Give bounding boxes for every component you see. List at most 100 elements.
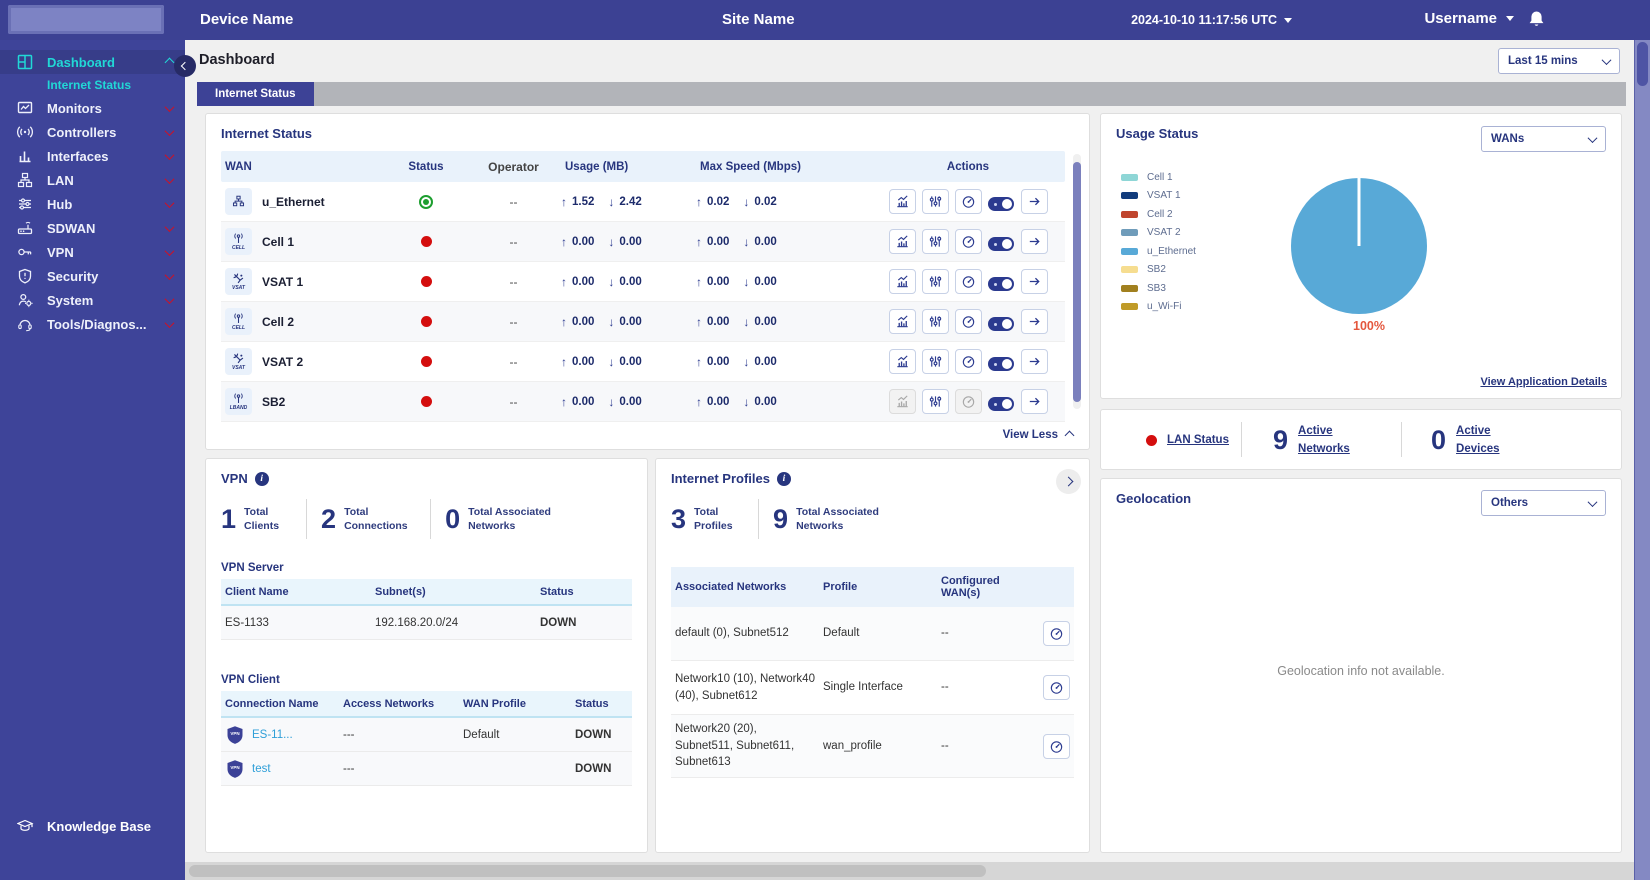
vpn-server-client-link[interactable]: ES-1133	[221, 617, 371, 629]
speed-cell: ↑ 0.00 ↓ 0.00	[696, 354, 777, 369]
wan-enable-toggle[interactable]	[988, 317, 1014, 331]
configure-button[interactable]	[921, 229, 949, 254]
active-devices-link[interactable]: Active Devices	[1456, 423, 1520, 458]
wan-enable-toggle[interactable]	[988, 197, 1014, 211]
interfaces-icon	[18, 150, 32, 162]
vertical-scrollbar-thumb[interactable]	[1637, 42, 1648, 86]
sidebar-item-vpn[interactable]: VPN	[0, 240, 185, 264]
expand-panel-button[interactable]	[1056, 469, 1081, 494]
chevron-down-icon	[164, 101, 175, 112]
speed-test-button[interactable]	[954, 189, 982, 214]
top-bar: Device Name Site Name 2024-10-10 11:17:5…	[0, 0, 1650, 40]
system-user-gear-icon	[18, 293, 34, 308]
time-range-select[interactable]: Last 15 mins	[1498, 48, 1620, 74]
tab-strip: Internet Status	[197, 82, 1626, 106]
table-row: CELL Cell 2 -- ↑ 0.00 ↓ 0.00 ↑ 0.00 ↓ 0.00	[221, 302, 1065, 342]
timestamp-dropdown[interactable]: 2024-10-10 11:17:56 UTC	[1131, 13, 1292, 27]
sidebar-item-sdwan[interactable]: SDWAN	[0, 216, 185, 240]
details-arrow-button[interactable]	[1020, 229, 1048, 254]
wan-enable-toggle[interactable]	[988, 397, 1014, 411]
speed-test-button[interactable]	[954, 269, 982, 294]
status-badge: DOWN	[575, 762, 612, 775]
usage-chart-button[interactable]	[888, 349, 916, 374]
chevron-left-icon	[180, 61, 190, 71]
usage-cell: ↑ 0.00 ↓ 0.00	[561, 354, 642, 369]
knowledge-base-link[interactable]: Knowledge Base	[17, 818, 151, 835]
vpn-shield-icon: VPN	[227, 725, 243, 744]
info-icon[interactable]: i	[776, 471, 791, 486]
profile-link[interactable]: Default	[819, 619, 937, 648]
details-arrow-button[interactable]	[1020, 309, 1048, 334]
speed-test-button-disabled	[954, 389, 982, 414]
speed-test-button[interactable]	[1043, 675, 1070, 700]
internet-status-table: WAN Status Operator Usage (MB) Max Speed…	[221, 151, 1065, 422]
download-arrow-icon: ↓	[608, 354, 615, 369]
upload-arrow-icon: ↑	[696, 234, 702, 249]
lan-status-link[interactable]: LAN Status	[1167, 432, 1231, 449]
details-arrow-button[interactable]	[1020, 349, 1048, 374]
details-arrow-button[interactable]	[1020, 189, 1048, 214]
active-devices-count: 0	[1431, 425, 1447, 455]
sidebar-item-system[interactable]: System	[0, 288, 185, 312]
usage-chart-button[interactable]	[888, 189, 916, 214]
wans-filter-select[interactable]: WANs	[1481, 126, 1606, 152]
upload-arrow-icon: ↑	[696, 194, 702, 209]
sidebar-item-security[interactable]: Security	[0, 264, 185, 288]
vpn-connection-link[interactable]: ES-11...	[252, 729, 293, 741]
vpn-shield-icon: VPN	[227, 759, 243, 778]
configure-button[interactable]	[921, 389, 949, 414]
horizontal-scrollbar-thumb[interactable]	[189, 865, 986, 877]
configure-button[interactable]	[921, 269, 949, 294]
speed-test-button[interactable]	[954, 229, 982, 254]
sidebar-item-dashboard[interactable]: Dashboard	[0, 50, 185, 74]
speed-test-button[interactable]	[1043, 621, 1070, 646]
sidebar-collapse-button[interactable]	[174, 55, 196, 77]
wan-enable-toggle[interactable]	[988, 357, 1014, 371]
vpn-stats: 1 Total Clients 2 Total Connections 0 Total…	[221, 499, 572, 539]
usage-chart-button[interactable]	[888, 269, 916, 294]
table-scrollbar-thumb[interactable]	[1073, 162, 1081, 402]
profile-link[interactable]: wan_profile	[819, 732, 937, 761]
table-header-row: Associated Networks Profile Configured W…	[671, 567, 1074, 607]
speed-cell: ↑ 0.00 ↓ 0.00	[696, 234, 777, 249]
wan-name: VSAT 2	[262, 354, 304, 369]
sidebar-item-monitors[interactable]: Monitors	[0, 96, 185, 120]
internet-status-title: Internet Status	[221, 126, 313, 141]
vpn-key-icon	[18, 248, 32, 255]
sidebar-item-lan[interactable]: LAN	[0, 168, 185, 192]
configure-button[interactable]	[921, 189, 949, 214]
speed-test-button[interactable]	[1043, 733, 1070, 759]
notifications-bell-icon[interactable]	[1527, 10, 1546, 29]
view-application-details-link[interactable]: View Application Details	[1480, 376, 1607, 388]
wan-enable-toggle[interactable]	[988, 277, 1014, 291]
sidebar-item-tools-diagnostics[interactable]: Tools/Diagnos...	[0, 312, 185, 336]
configure-button[interactable]	[921, 349, 949, 374]
wan-enable-toggle[interactable]	[988, 237, 1014, 251]
details-arrow-button[interactable]	[1020, 269, 1048, 294]
details-arrow-button[interactable]	[1020, 389, 1048, 414]
username: Username	[1424, 10, 1497, 27]
tab-internet-status[interactable]: Internet Status	[197, 82, 314, 106]
download-arrow-icon: ↓	[743, 394, 750, 409]
sidebar-item-hub[interactable]: Hub	[0, 192, 185, 216]
sidebar-item-controllers[interactable]: Controllers	[0, 120, 185, 144]
usage-chart-button[interactable]	[888, 229, 916, 254]
info-icon[interactable]: i	[254, 471, 269, 486]
usage-chart-button[interactable]	[888, 309, 916, 334]
lan-status-down-indicator	[1146, 435, 1157, 446]
usage-cell: ↑ 0.00 ↓ 0.00	[561, 274, 642, 289]
active-networks-link[interactable]: Active Networks	[1298, 423, 1362, 458]
profile-link[interactable]: Single Interface	[819, 673, 937, 702]
view-less-link[interactable]: View Less	[1003, 429, 1075, 441]
upload-arrow-icon: ↑	[696, 354, 702, 369]
sidebar-item-interfaces[interactable]: Interfaces	[0, 144, 185, 168]
configure-button[interactable]	[921, 309, 949, 334]
user-menu[interactable]: Username	[1424, 10, 1514, 27]
speed-test-button[interactable]	[954, 309, 982, 334]
vpn-connection-link[interactable]: test	[252, 763, 271, 775]
table-header-row: WAN Status Operator Usage (MB) Max Speed…	[221, 151, 1065, 182]
sidebar-item-internet-status[interactable]: Internet Status	[0, 74, 185, 96]
speed-test-button[interactable]	[954, 349, 982, 374]
geolocation-filter-select[interactable]: Others	[1481, 490, 1606, 516]
wan-name: VSAT 1	[262, 274, 304, 289]
